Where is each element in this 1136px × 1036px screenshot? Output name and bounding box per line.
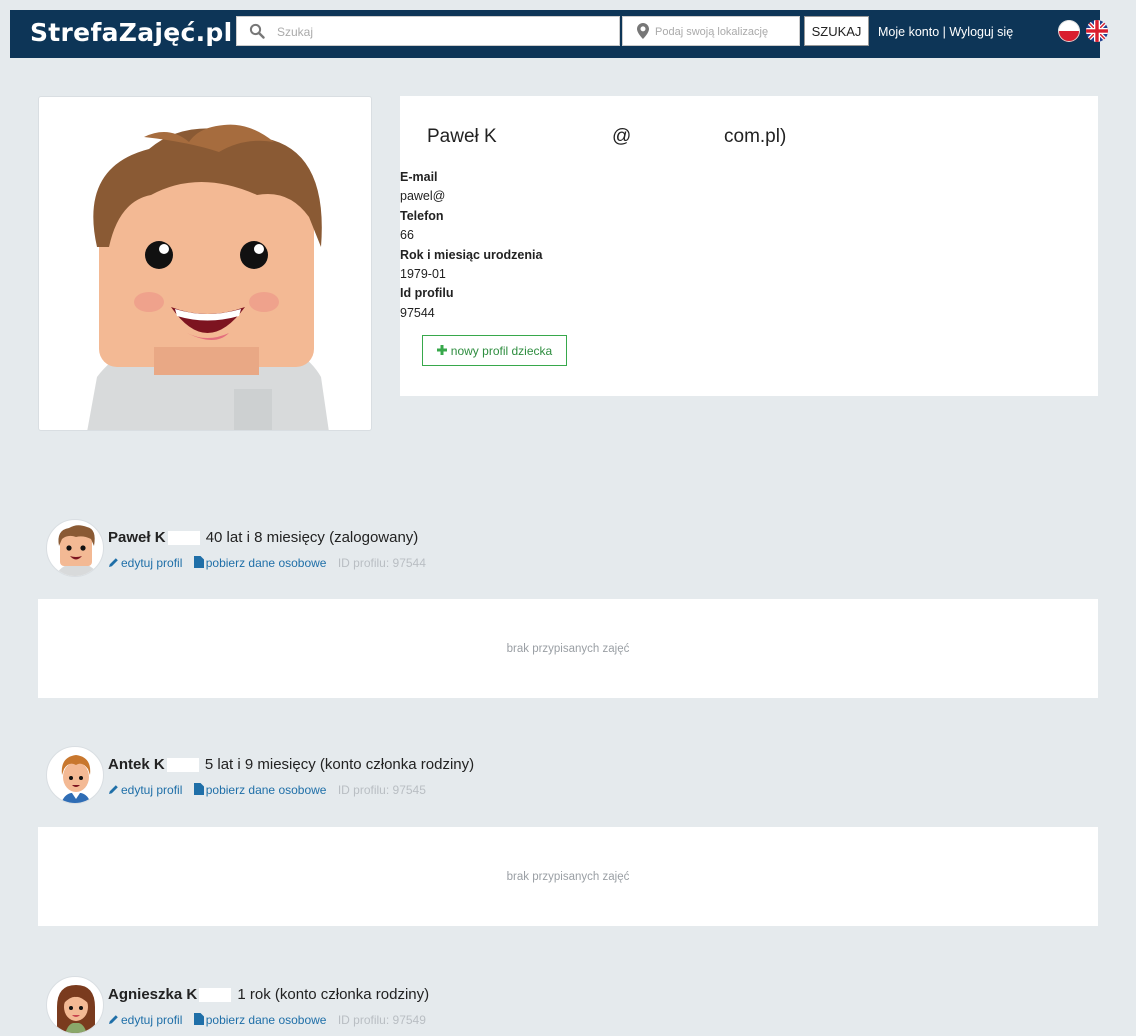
edit-profile-link[interactable]: edytuj profil	[108, 1013, 182, 1027]
search-icon	[249, 23, 265, 44]
redacted-surname	[166, 758, 199, 773]
email-value: pawel@	[400, 189, 446, 204]
new-child-profile-label: nowy profil dziecka	[450, 343, 553, 358]
profile-fields: E-mail pawel@ Telefon 66 Rok i miesiąc u…	[400, 168, 542, 323]
member-actions: edytuj profil pobierz dane osobowe ID pr…	[108, 556, 426, 570]
download-data-link[interactable]: pobierz dane osobowe	[193, 556, 327, 570]
man-avatar-icon	[55, 525, 99, 576]
profile-id-label: Id profilu	[400, 286, 454, 301]
top-navbar: StrefaZajęć.pl SZUKAJ Moje konto | Wylog…	[10, 10, 1108, 58]
account-separator: |	[939, 25, 950, 39]
profile-email-at: @	[612, 126, 632, 147]
girl-avatar-icon	[57, 985, 95, 1033]
edit-profile-label: edytuj profil	[121, 1013, 183, 1027]
phone-value: 66	[400, 228, 414, 243]
map-marker-icon	[637, 23, 649, 44]
file-icon	[193, 1013, 204, 1025]
plus-icon	[436, 344, 447, 358]
avatar	[46, 519, 104, 577]
member-age: 1 rok (konto członka rodziny)	[237, 986, 430, 1003]
member-profile-id: ID profilu: 97549	[337, 1013, 426, 1027]
phone-label: Telefon	[400, 208, 444, 223]
account-links: Moje konto | Wyloguj się	[878, 25, 1013, 39]
profile-name: Paweł K	[427, 126, 497, 147]
classes-panel: brak przypisanych zajęć	[38, 827, 1098, 926]
member-actions: edytuj profil pobierz dane osobowe ID pr…	[108, 1013, 426, 1027]
edit-profile-label: edytuj profil	[121, 556, 183, 570]
member-actions: edytuj profil pobierz dane osobowe ID pr…	[108, 783, 426, 797]
member-profile-id: ID profilu: 97545	[337, 783, 426, 797]
location-input[interactable]	[655, 21, 797, 43]
search-box[interactable]	[236, 16, 620, 46]
member-age: 40 lat i 8 miesięcy (zalogowany)	[205, 529, 419, 546]
edit-profile-link[interactable]: edytuj profil	[108, 556, 182, 570]
member-profile-id: ID profilu: 97544	[337, 556, 426, 570]
profile-email-domain: com.pl)	[724, 126, 787, 147]
boy-avatar-icon	[61, 755, 91, 803]
my-account-link[interactable]: Moje konto	[878, 25, 939, 39]
email-label: E-mail	[400, 170, 438, 184]
member-title: Paweł K 40 lat i 8 miesięcy (zalogowany)	[108, 529, 418, 546]
member-row: Antek K 5 lat i 9 miesięcy (konto członk…	[46, 746, 746, 806]
search-input[interactable]	[277, 21, 607, 43]
profile-id-value: 97544	[400, 305, 435, 320]
birth-label: Rok i miesiąc urodzenia	[400, 247, 543, 262]
classes-panel: brak przypisanych zajęć	[38, 599, 1098, 698]
edit-profile-link[interactable]: edytuj profil	[108, 783, 182, 797]
search-button[interactable]: SZUKAJ	[804, 16, 869, 46]
download-data-label: pobierz dane osobowe	[205, 556, 327, 570]
location-box[interactable]	[622, 16, 800, 46]
member-age: 5 lat i 9 miesięcy (konto członka rodzin…	[204, 756, 475, 773]
member-row: Paweł K 40 lat i 8 miesięcy (zalogowany)…	[46, 519, 746, 579]
member-name: Agnieszka K	[108, 986, 198, 1003]
member-name: Paweł K	[108, 529, 166, 546]
member-name: Antek K	[108, 756, 165, 773]
profile-avatar	[38, 96, 372, 431]
member-title: Agnieszka K 1 rok (konto członka rodziny…	[108, 986, 429, 1003]
download-data-label: pobierz dane osobowe	[205, 1013, 327, 1027]
avatar	[46, 976, 104, 1034]
download-data-link[interactable]: pobierz dane osobowe	[193, 783, 327, 797]
member-title: Antek K 5 lat i 9 miesięcy (konto członk…	[108, 756, 474, 773]
redacted-surname	[167, 531, 200, 546]
redacted-surname	[199, 988, 232, 1003]
member-row: Agnieszka K 1 rok (konto członka rodziny…	[46, 976, 746, 1036]
site-logo[interactable]: StrefaZajęć.pl	[30, 18, 233, 47]
man-avatar-icon	[87, 124, 329, 430]
profile-info-card: Paweł K @ com.pl) E-mail pawel@ Telefon …	[400, 96, 1098, 396]
avatar	[46, 746, 104, 804]
download-data-link[interactable]: pobierz dane osobowe	[193, 1013, 327, 1027]
polish-flag-icon[interactable]	[1058, 20, 1080, 42]
file-icon	[193, 783, 204, 795]
pencil-icon	[109, 558, 118, 567]
pencil-icon	[109, 785, 118, 794]
uk-flag-icon[interactable]	[1086, 20, 1108, 42]
download-data-label: pobierz dane osobowe	[205, 783, 327, 797]
file-icon	[193, 556, 204, 568]
new-child-profile-button[interactable]: nowy profil dziecka	[422, 335, 567, 366]
pencil-icon	[109, 1015, 118, 1024]
logout-link[interactable]: Wyloguj się	[949, 25, 1013, 39]
birth-value: 1979-01	[400, 267, 446, 282]
edit-profile-label: edytuj profil	[121, 783, 183, 797]
